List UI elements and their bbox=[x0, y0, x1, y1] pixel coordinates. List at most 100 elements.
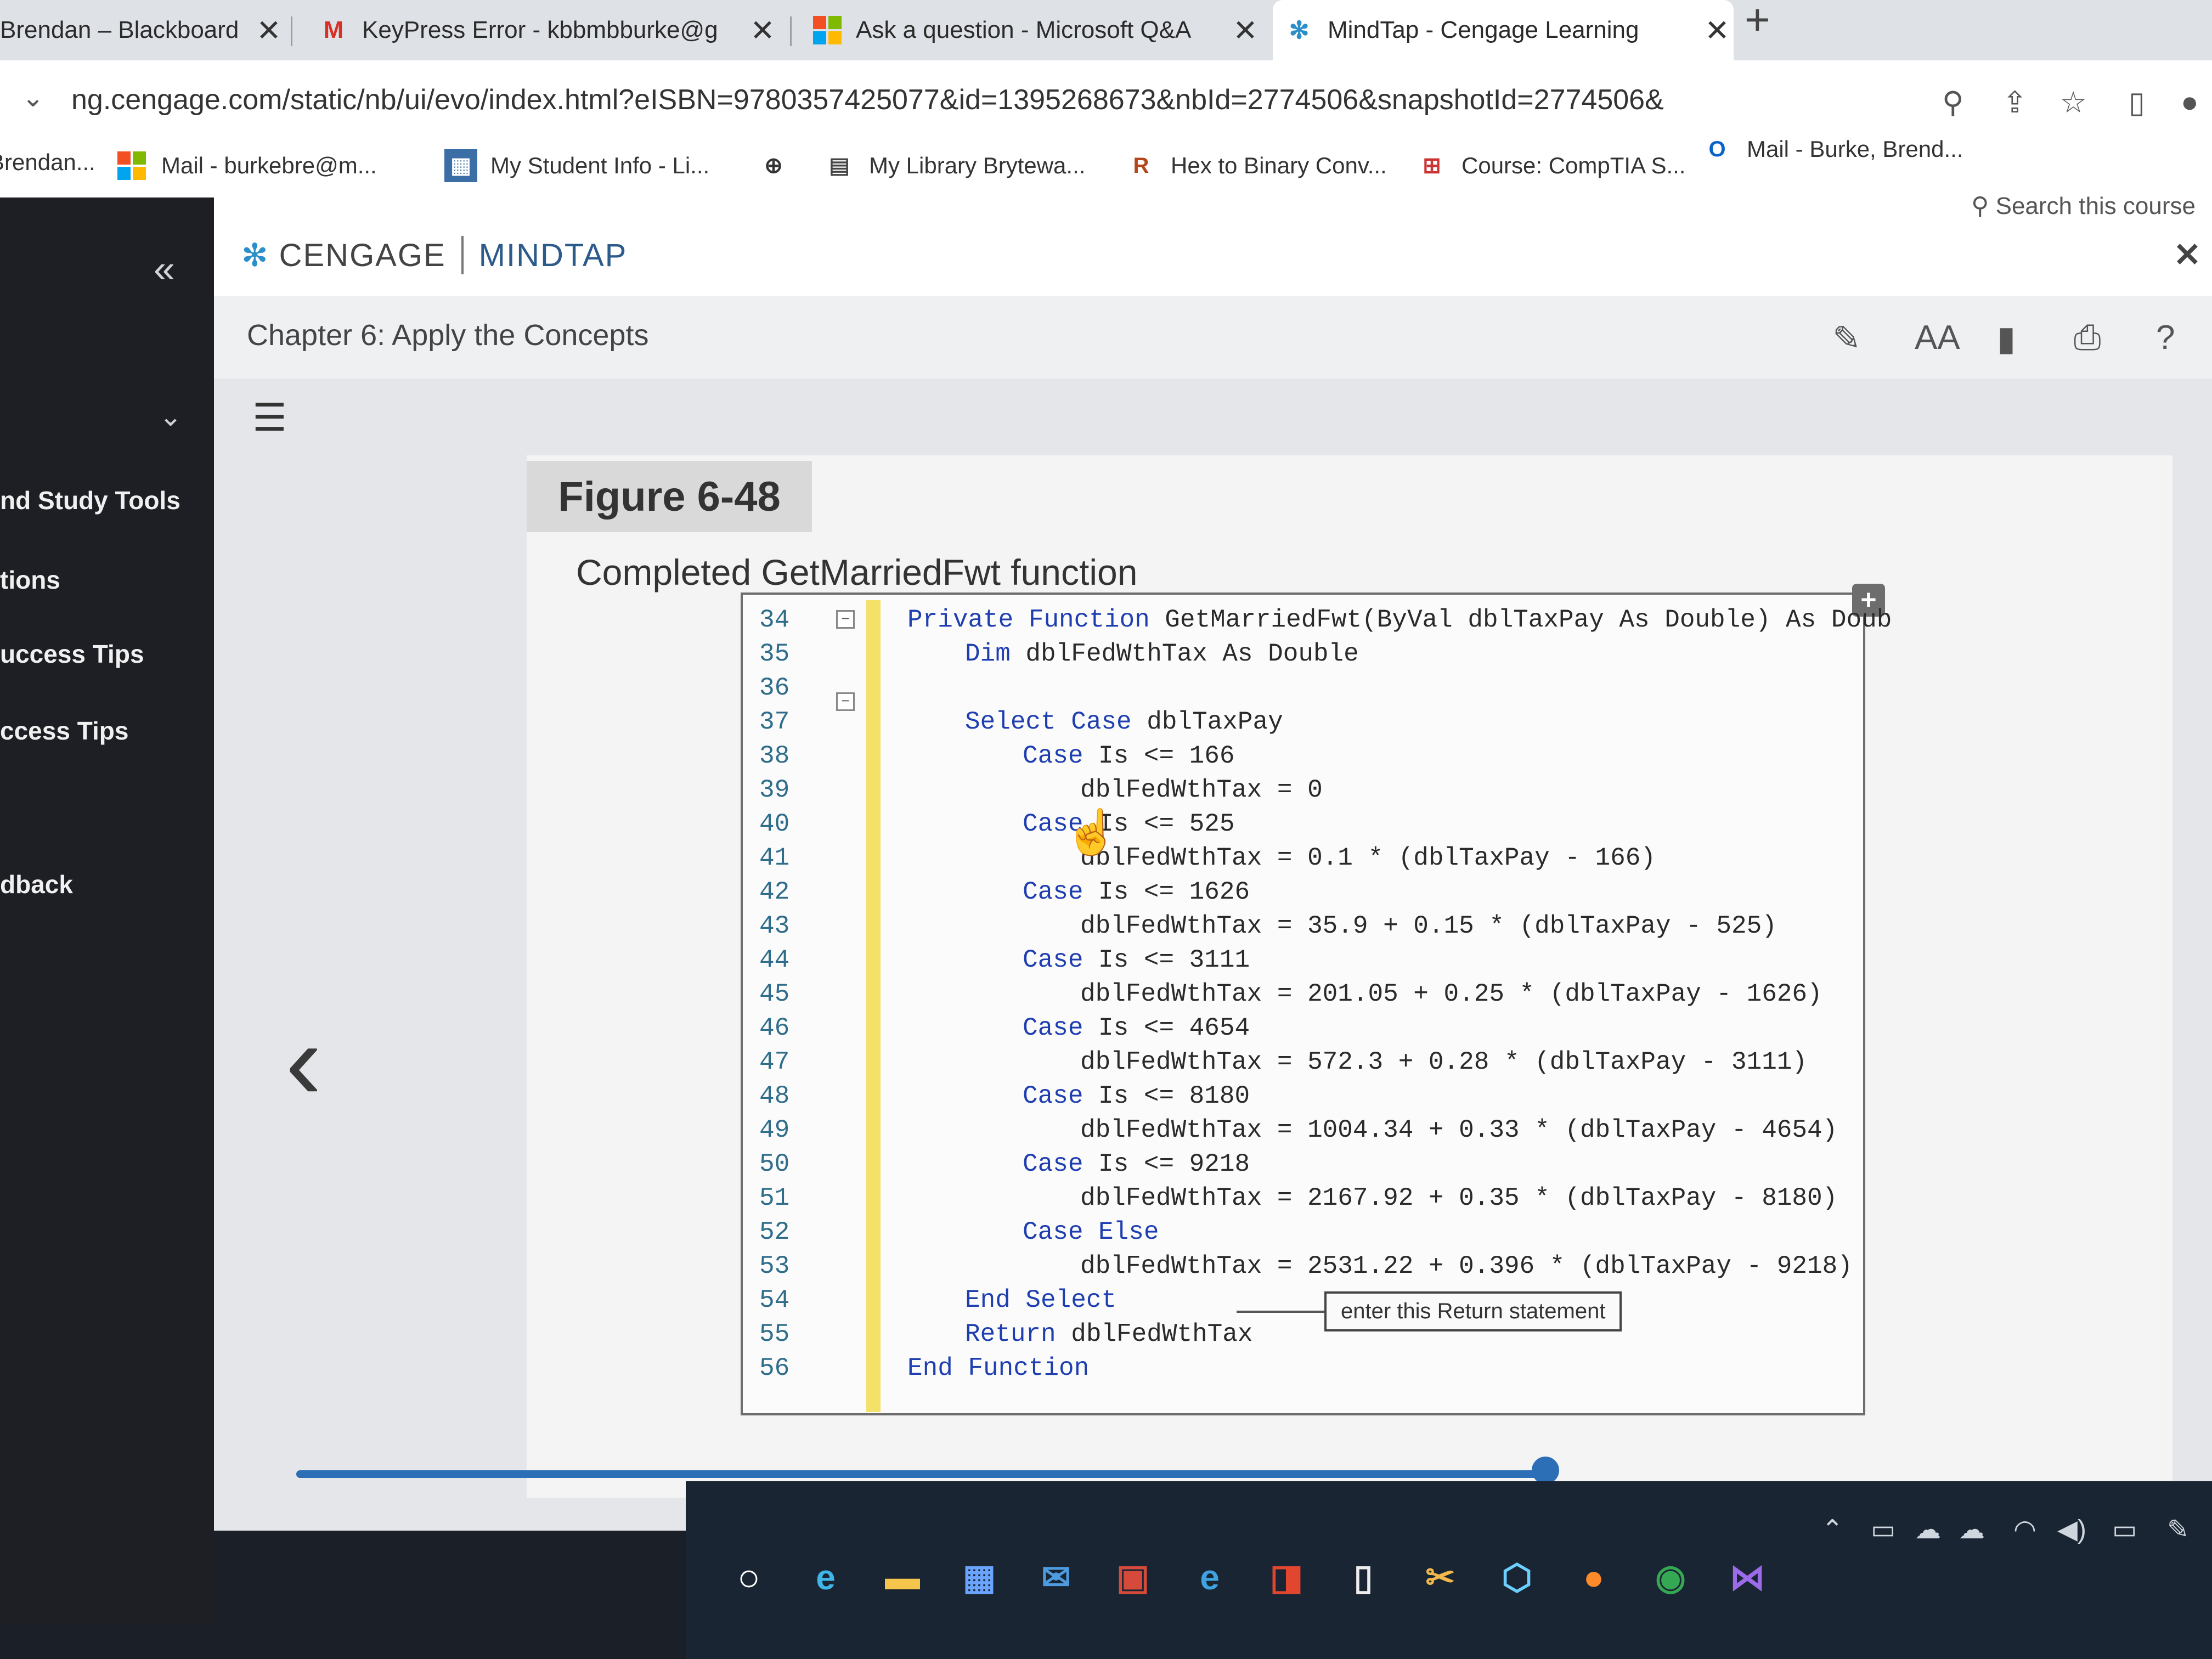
volume-icon[interactable]: ◀) bbox=[2057, 1514, 2086, 1545]
table-of-contents-icon[interactable]: ☰ bbox=[252, 395, 287, 440]
line-number: 52 bbox=[759, 1218, 790, 1246]
search-icon[interactable]: ○ bbox=[719, 1547, 779, 1607]
chevron-up-icon[interactable]: ⌃ bbox=[1821, 1514, 1843, 1545]
code-line: End Select bbox=[965, 1286, 1116, 1314]
code-line: Case Is <= 3111 bbox=[1023, 946, 1250, 974]
code-text: dblFedWthTax = 0 bbox=[1080, 776, 1323, 804]
bookmark-label: Mail - burkebre@m... bbox=[161, 153, 377, 178]
tab-divider bbox=[790, 16, 792, 46]
sidebar-item-success-tips[interactable]: uccess Tips bbox=[0, 639, 144, 669]
edge-icon[interactable]: e bbox=[795, 1547, 856, 1607]
file-explorer-icon[interactable]: ▬ bbox=[872, 1547, 933, 1607]
print-icon[interactable]: ⎙ bbox=[2074, 318, 2101, 358]
tab-gmail[interactable]: M KeyPress Error - kbbmbburke@g ✕ bbox=[307, 0, 779, 60]
chevron-down-icon[interactable]: ⌄ bbox=[159, 400, 182, 432]
close-tab-icon[interactable]: ✕ bbox=[746, 13, 779, 48]
notepad-icon[interactable]: ▯ bbox=[1333, 1547, 1393, 1607]
bookmark-item[interactable]: ⊕ bbox=[757, 149, 803, 182]
app-hexagon-icon[interactable]: ⬡ bbox=[1487, 1547, 1547, 1607]
star-icon[interactable]: ☆ bbox=[2060, 85, 2086, 120]
line-number: 53 bbox=[759, 1252, 790, 1280]
code-line: Case Is <= 4654 bbox=[1023, 1014, 1250, 1042]
pen-icon[interactable]: ✎ bbox=[2167, 1514, 2189, 1545]
read-aloud-icon[interactable]: ✎ bbox=[1832, 318, 1861, 358]
firefox-icon[interactable]: ● bbox=[1564, 1547, 1624, 1607]
bookmark-item[interactable]: Mail - burkebre@m... bbox=[115, 149, 377, 182]
line-number: 55 bbox=[759, 1320, 790, 1348]
course-icon: ⊞ bbox=[1423, 154, 1441, 178]
code-text: dblTaxPay bbox=[1131, 708, 1283, 736]
document-icon: ▤ bbox=[829, 154, 850, 178]
progress-handle[interactable] bbox=[1532, 1457, 1559, 1484]
visual-studio-icon[interactable]: ⋈ bbox=[1717, 1547, 1778, 1607]
bookmark-item[interactable]: R Hex to Binary Conv... bbox=[1125, 149, 1387, 182]
sidebar-item-questions[interactable]: tions bbox=[0, 565, 60, 595]
cloud-icon[interactable]: ☁ bbox=[1915, 1514, 1941, 1545]
line-number: 37 bbox=[759, 708, 790, 736]
code-line: Case Is <= 9218 bbox=[1023, 1150, 1250, 1178]
bookmark-item[interactable]: ⊞ Course: CompTIA S... bbox=[1415, 149, 1685, 182]
code-line: dblFedWthTax = 1004.34 + 0.33 * (dblTaxP… bbox=[1080, 1116, 1837, 1144]
sidebar-item-access-tips[interactable]: ccess Tips bbox=[0, 716, 128, 746]
internet-explorer-icon[interactable]: e bbox=[1180, 1547, 1240, 1607]
chapter-title: Chapter 6: Apply the Concepts bbox=[247, 319, 649, 352]
line-number: 47 bbox=[759, 1048, 790, 1076]
close-tab-icon[interactable]: ✕ bbox=[1701, 13, 1734, 48]
new-tab-button[interactable]: + bbox=[1745, 0, 1770, 45]
code-keyword: Case bbox=[1023, 1082, 1084, 1110]
tab-label: KeyPress Error - kbbmbburke@g bbox=[362, 16, 718, 43]
collapse-sidebar-icon[interactable]: « bbox=[154, 247, 175, 291]
text-size-icon[interactable]: AA bbox=[1915, 318, 1960, 357]
bookmark-item[interactable]: Brendan... bbox=[0, 149, 95, 176]
share-icon[interactable]: ⇪ bbox=[2002, 85, 2027, 120]
code-keyword: Case bbox=[1023, 742, 1084, 770]
close-tab-icon[interactable]: ✕ bbox=[252, 13, 285, 48]
help-icon[interactable]: ? bbox=[2156, 318, 2175, 357]
tab-mindtap[interactable]: ✻ MindTap - Cengage Learning ✕ bbox=[1273, 0, 1734, 60]
zoom-icon[interactable]: ⚲ bbox=[1942, 85, 1964, 120]
tab-microsoft-qa[interactable]: Ask a question - Microsoft Q&A ✕ bbox=[801, 0, 1262, 60]
cloud-error-icon[interactable]: ☁ bbox=[1959, 1514, 1985, 1545]
search-course-button[interactable]: ⚲ Search this course bbox=[1971, 192, 2196, 220]
previous-page-button[interactable]: ‹ bbox=[285, 998, 322, 1125]
avatar[interactable]: ● bbox=[2181, 85, 2199, 119]
store-icon[interactable]: ▦ bbox=[949, 1547, 1009, 1607]
code-line: Case Else bbox=[1023, 1218, 1159, 1246]
cengage-icon: ✻ bbox=[1289, 16, 1310, 44]
snipping-tool-icon[interactable]: ✂ bbox=[1410, 1547, 1470, 1607]
meet-icon[interactable]: ▭ bbox=[1871, 1514, 1895, 1545]
chevron-down-icon[interactable]: ⌄ bbox=[22, 82, 44, 113]
mail-icon[interactable]: ✉ bbox=[1026, 1547, 1086, 1607]
brand-cengage: CENGAGE bbox=[279, 237, 446, 273]
battery-icon[interactable]: ▭ bbox=[2112, 1514, 2137, 1545]
office-icon[interactable]: ◨ bbox=[1256, 1547, 1317, 1607]
tab-blackboard[interactable]: Brendan – Blackboard ✕ bbox=[0, 0, 285, 60]
line-number: 43 bbox=[759, 912, 790, 940]
code-text: Is <= 9218 bbox=[1083, 1150, 1250, 1178]
code-text: dblFedWthTax = 0.1 * (dblTaxPay - 166) bbox=[1080, 844, 1656, 872]
close-tab-icon[interactable]: ✕ bbox=[1229, 13, 1262, 48]
wifi-icon[interactable]: ◠ bbox=[2013, 1514, 2036, 1545]
bookmark-label: Mail - Burke, Brend... bbox=[1747, 136, 1963, 162]
chrome-icon[interactable]: ◉ bbox=[1640, 1547, 1701, 1607]
bookmark-item[interactable]: ▦ My Student Info - Li... bbox=[444, 149, 709, 182]
line-number: 49 bbox=[759, 1116, 790, 1144]
bookmark-label: Hex to Binary Conv... bbox=[1171, 153, 1387, 178]
cengage-mindtap-logo[interactable]: ✻ CENGAGE MINDTAP bbox=[241, 236, 627, 274]
code-text: Is <= 4654 bbox=[1083, 1014, 1250, 1042]
progress-fill bbox=[296, 1470, 1545, 1478]
fold-icon: − bbox=[836, 610, 855, 629]
bookmark-icon[interactable]: ▮ bbox=[1997, 318, 2016, 358]
briefcase-icon[interactable]: ▣ bbox=[1103, 1547, 1163, 1607]
globe-icon: ⊕ bbox=[764, 154, 783, 178]
code-line: Case Is <= 1626 bbox=[1023, 878, 1250, 906]
bookmark-item[interactable]: ▤ My Library Brytewa... bbox=[823, 149, 1085, 182]
bookmark-item[interactable]: O Mail - Burke, Brend... bbox=[1701, 133, 1963, 166]
code-text: Is <= 1626 bbox=[1083, 878, 1250, 906]
url-input[interactable]: ng.cengage.com/static/nb/ui/evo/index.ht… bbox=[71, 83, 1664, 116]
callout-connector bbox=[1237, 1311, 1324, 1313]
close-icon[interactable]: ✕ bbox=[2174, 236, 2201, 274]
sidepanel-icon[interactable]: ▯ bbox=[2129, 85, 2145, 120]
sidebar-item-feedback[interactable]: dback bbox=[0, 870, 73, 899]
sidebar-item-study-tools[interactable]: nd Study Tools bbox=[0, 486, 180, 515]
